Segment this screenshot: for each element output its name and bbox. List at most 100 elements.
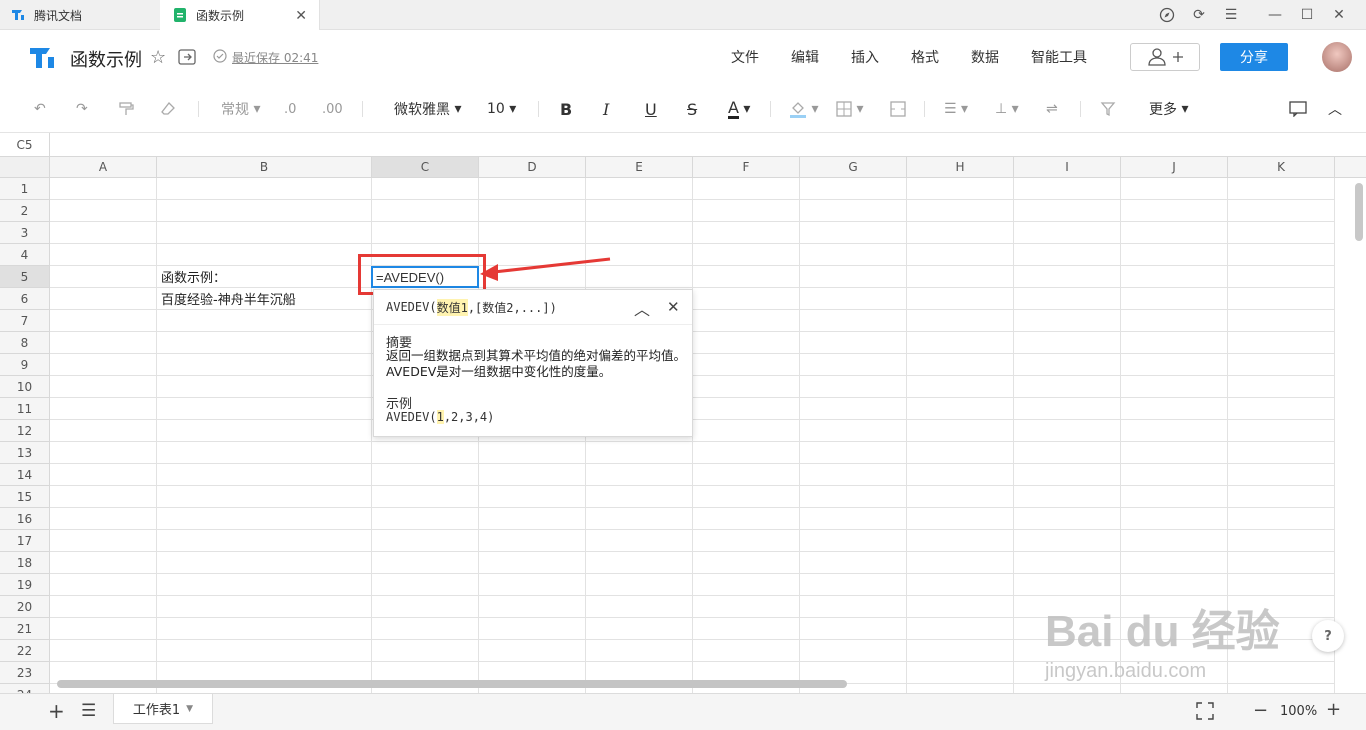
row-header[interactable]: 21 <box>0 618 50 640</box>
font-size-select[interactable]: 10 ▾ <box>487 97 516 121</box>
row-header[interactable]: 18 <box>0 552 50 574</box>
bold-button[interactable]: B <box>560 97 572 121</box>
close-icon[interactable]: ✕ <box>667 298 680 316</box>
star-icon[interactable]: ☆ <box>150 47 166 68</box>
clear-format-icon[interactable] <box>160 97 176 121</box>
close-icon[interactable]: ✕ <box>295 8 307 24</box>
more-button[interactable]: 更多 ▾ <box>1149 97 1188 121</box>
document-title[interactable]: 函数示例 <box>70 46 142 72</box>
merge-cells-icon[interactable] <box>890 97 906 121</box>
column-header[interactable]: J <box>1121 157 1228 178</box>
row-header[interactable]: 13 <box>0 442 50 464</box>
name-box[interactable]: C5 <box>0 133 50 157</box>
column-header[interactable]: K <box>1228 157 1335 178</box>
row-header[interactable]: 20 <box>0 596 50 618</box>
select-all-corner[interactable] <box>0 157 50 178</box>
fill-color-icon[interactable]: ▾ <box>789 97 818 121</box>
format-painter-icon[interactable] <box>118 97 134 121</box>
menu-data[interactable]: 数据 <box>971 47 999 67</box>
row-header[interactable]: 7 <box>0 310 50 332</box>
column-header-active[interactable]: C <box>372 157 479 178</box>
collapse-icon[interactable]: ︿ <box>634 296 650 320</box>
number-format-select[interactable]: 常规 ▾ <box>221 97 260 121</box>
menu-edit[interactable]: 编辑 <box>791 47 819 67</box>
window-close-icon[interactable]: ✕ <box>1329 5 1349 25</box>
save-status[interactable]: 最近保存 02:41 <box>232 49 318 66</box>
decrease-decimal-button[interactable]: .0 <box>284 97 296 121</box>
menu-icon[interactable]: ☰ <box>1221 5 1241 25</box>
column-header[interactable]: I <box>1014 157 1121 178</box>
wrap-text-icon[interactable]: ⇌ <box>1046 97 1058 121</box>
row-header[interactable]: 6 <box>0 288 50 310</box>
horizontal-align-icon[interactable]: ☰ ▾ <box>944 97 968 121</box>
undo-icon[interactable]: ↶ <box>34 97 46 121</box>
maximize-icon[interactable]: ☐ <box>1297 5 1317 25</box>
strikethrough-button[interactable]: S <box>687 97 697 121</box>
font-color-button[interactable]: A ▾ <box>728 97 750 121</box>
row-header[interactable]: 16 <box>0 508 50 530</box>
comment-icon[interactable] <box>1289 97 1307 121</box>
menu-file[interactable]: 文件 <box>731 47 759 67</box>
zoom-level[interactable]: 100% <box>1280 704 1317 719</box>
tab-active-document[interactable]: 函数示例 ✕ <box>160 0 320 30</box>
compass-icon[interactable] <box>1157 5 1177 25</box>
zoom-out-icon[interactable]: − <box>1253 700 1268 721</box>
menu-smart-tools[interactable]: 智能工具 <box>1031 47 1087 67</box>
column-header[interactable]: D <box>479 157 586 178</box>
font-family-select[interactable]: 微软雅黑 ▾ <box>394 97 461 121</box>
row-header[interactable]: 15 <box>0 486 50 508</box>
fullscreen-icon[interactable] <box>1196 702 1214 724</box>
italic-button[interactable]: I <box>603 97 609 121</box>
row-header[interactable]: 4 <box>0 244 50 266</box>
column-header[interactable]: E <box>586 157 693 178</box>
increase-decimal-button[interactable]: .00 <box>322 97 343 121</box>
add-collaborator-button[interactable] <box>1130 43 1200 71</box>
column-header[interactable]: H <box>907 157 1014 178</box>
add-sheet-icon[interactable]: + <box>48 699 65 723</box>
borders-icon[interactable]: ▾ <box>836 97 863 121</box>
minimize-icon[interactable]: — <box>1265 5 1285 25</box>
row-header[interactable]: 19 <box>0 574 50 596</box>
column-header[interactable]: G <box>800 157 907 178</box>
row-header[interactable]: 14 <box>0 464 50 486</box>
tab-tencent-docs[interactable]: 腾讯文档 <box>10 0 158 30</box>
redo-icon[interactable]: ↷ <box>76 97 88 121</box>
row-header[interactable]: 17 <box>0 530 50 552</box>
cell-b5[interactable]: 函数示例： <box>161 267 226 286</box>
row-header[interactable]: 22 <box>0 640 50 662</box>
row-header-active[interactable]: 5 <box>0 266 50 288</box>
move-to-folder-icon[interactable] <box>178 49 196 69</box>
row-header[interactable]: 24 <box>0 684 50 693</box>
avatar[interactable] <box>1322 42 1352 72</box>
share-button[interactable]: 分享 <box>1220 43 1288 71</box>
underline-button[interactable]: U <box>645 97 657 121</box>
row-header[interactable]: 11 <box>0 398 50 420</box>
refresh-icon[interactable]: ⟳ <box>1189 5 1209 25</box>
column-header[interactable]: B <box>157 157 372 178</box>
cell-b6[interactable]: 百度经验-神舟半年沉船 <box>161 289 296 308</box>
filter-icon[interactable] <box>1100 97 1116 121</box>
tencent-docs-logo-icon[interactable] <box>28 44 58 76</box>
row-header[interactable]: 9 <box>0 354 50 376</box>
column-header[interactable]: F <box>693 157 800 178</box>
row-header[interactable]: 10 <box>0 376 50 398</box>
column-header[interactable]: A <box>50 157 157 178</box>
collapse-toolbar-icon[interactable]: ︿ <box>1328 97 1342 121</box>
help-button[interactable]: ? <box>1312 620 1344 652</box>
vertical-align-icon[interactable]: ⊥ ▾ <box>995 97 1019 121</box>
zoom-in-icon[interactable]: + <box>1326 699 1341 720</box>
row-header[interactable]: 3 <box>0 222 50 244</box>
gridline <box>50 199 1335 200</box>
gridline <box>50 551 1335 552</box>
vertical-scrollbar[interactable] <box>1355 183 1363 241</box>
horizontal-scrollbar[interactable] <box>57 680 847 688</box>
row-header[interactable]: 12 <box>0 420 50 442</box>
sheet-list-icon[interactable]: ☰ <box>81 701 96 721</box>
menu-insert[interactable]: 插入 <box>851 47 879 67</box>
sheet-tab[interactable]: 工作表1 ▼ <box>113 694 213 724</box>
row-header[interactable]: 8 <box>0 332 50 354</box>
row-header[interactable]: 1 <box>0 178 50 200</box>
menu-format[interactable]: 格式 <box>911 47 939 67</box>
row-header[interactable]: 2 <box>0 200 50 222</box>
row-header[interactable]: 23 <box>0 662 50 684</box>
